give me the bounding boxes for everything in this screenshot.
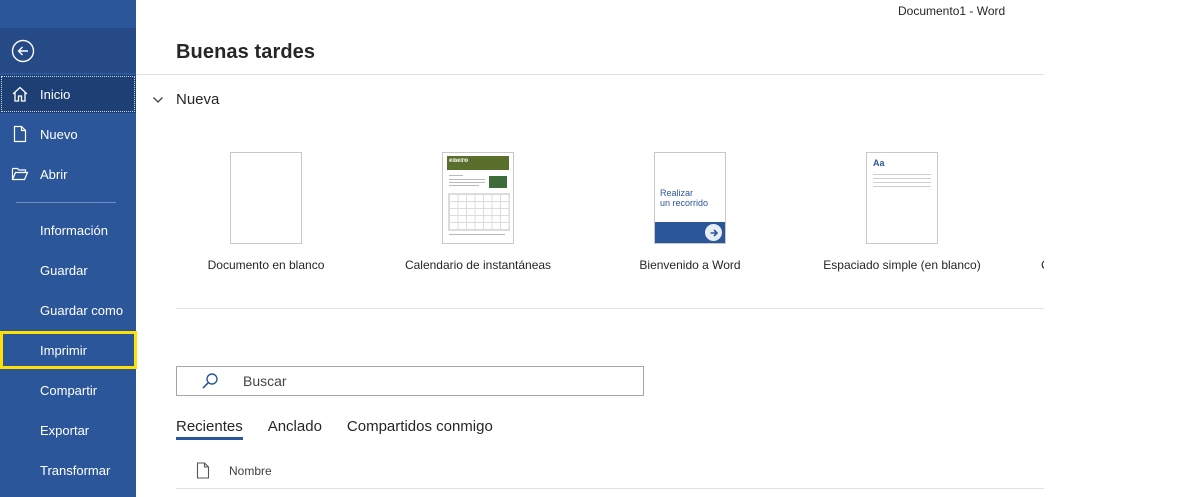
- template-label: Espaciado simple (en blanco): [823, 258, 981, 272]
- template-label-partial[interactable]: C: [1041, 258, 1044, 272]
- sidebar-item-label: Imprimir: [40, 342, 87, 358]
- sidebar-item-imprimir[interactable]: Imprimir: [0, 331, 137, 369]
- sidebar-item-label: Transformar: [40, 462, 111, 478]
- sidebar-item-guardar[interactable]: Guardar: [0, 251, 136, 289]
- chevron-down-icon: [152, 96, 168, 104]
- arrow-right-icon: [705, 224, 722, 241]
- template-calendar[interactable]: enero Calendario de instantáneas: [388, 152, 568, 272]
- sidebar-item-inicio[interactable]: Inicio: [0, 75, 136, 113]
- sidebar-item-transformar[interactable]: Transformar: [0, 451, 136, 489]
- window-title: Documento1 - Word: [898, 4, 1006, 18]
- template-thumbnail: Aa: [866, 152, 938, 244]
- tab-compartidos-conmigo[interactable]: Compartidos conmigo: [347, 418, 493, 440]
- sidebar-item-nuevo[interactable]: Nuevo: [0, 115, 136, 153]
- divider: [176, 488, 1044, 489]
- photo-placeholder: [489, 176, 507, 188]
- open-folder-icon: [0, 166, 40, 182]
- sidebar-item-informacion[interactable]: Información: [0, 211, 136, 249]
- new-document-icon: [0, 125, 40, 143]
- thumbnail-text: enero: [449, 157, 469, 164]
- sidebar-divider: [16, 202, 116, 203]
- template-thumbnail: [230, 152, 302, 244]
- sidebar-item-label: Información: [40, 222, 108, 238]
- search-input[interactable]: [241, 372, 625, 390]
- template-thumbnail: enero: [442, 152, 514, 244]
- tab-anclado[interactable]: Anclado: [268, 418, 322, 440]
- template-label: Calendario de instantáneas: [404, 258, 552, 272]
- file-type-icon: [176, 462, 229, 479]
- thumbnail-text: Aa: [873, 158, 885, 168]
- divider: [136, 74, 1044, 75]
- sidebar-item-label: Inicio: [40, 86, 71, 102]
- column-header-name[interactable]: Nombre: [229, 464, 272, 478]
- sidebar-item-label: Nuevo: [40, 126, 78, 142]
- back-arrow-icon: [11, 39, 35, 62]
- sidebar-item-label: Guardar: [40, 262, 88, 278]
- template-blank-document[interactable]: Documento en blanco: [176, 152, 356, 272]
- divider: [176, 308, 1044, 309]
- thumbnail-text: Realizar: [660, 188, 694, 198]
- template-thumbnail: Realizar un recorrido: [654, 152, 726, 244]
- sidebar-item-label: Exportar: [40, 422, 90, 438]
- template-welcome-to-word[interactable]: Realizar un recorrido Bienvenido a Word: [600, 152, 780, 272]
- backstage-sidebar: Inicio Nuevo Abrir Información Guardar G…: [0, 0, 137, 497]
- template-single-spaced[interactable]: Aa Espaciado simple (en blanco): [812, 152, 992, 272]
- sidebar-item-exportar[interactable]: Exportar: [0, 411, 136, 449]
- template-label: Documento en blanco: [207, 258, 325, 272]
- sidebar-item-label: Compartir: [40, 382, 98, 398]
- section-title: Nueva: [176, 91, 220, 108]
- new-section-toggle[interactable]: Nueva: [152, 91, 219, 108]
- back-button[interactable]: [0, 28, 136, 73]
- sidebar-item-guardar-como[interactable]: Guardar como: [0, 291, 136, 329]
- thumbnail-text: un recorrido: [660, 198, 709, 208]
- home-icon: [0, 85, 40, 103]
- sidebar-item-label: Guardar como: [40, 302, 124, 318]
- file-tabs: Recientes Anclado Compartidos conmigo: [176, 418, 518, 440]
- page-title: Buenas tardes: [176, 41, 316, 63]
- search-box[interactable]: [176, 366, 644, 396]
- sidebar-item-label: Abrir: [40, 166, 68, 182]
- tab-recientes[interactable]: Recientes: [176, 418, 243, 440]
- search-icon: [201, 372, 229, 390]
- sidebar-item-compartir[interactable]: Compartir: [0, 371, 136, 409]
- file-list-header: Nombre: [176, 462, 1036, 479]
- sidebar-item-abrir[interactable]: Abrir: [0, 155, 136, 193]
- template-label: Bienvenido a Word: [639, 258, 741, 272]
